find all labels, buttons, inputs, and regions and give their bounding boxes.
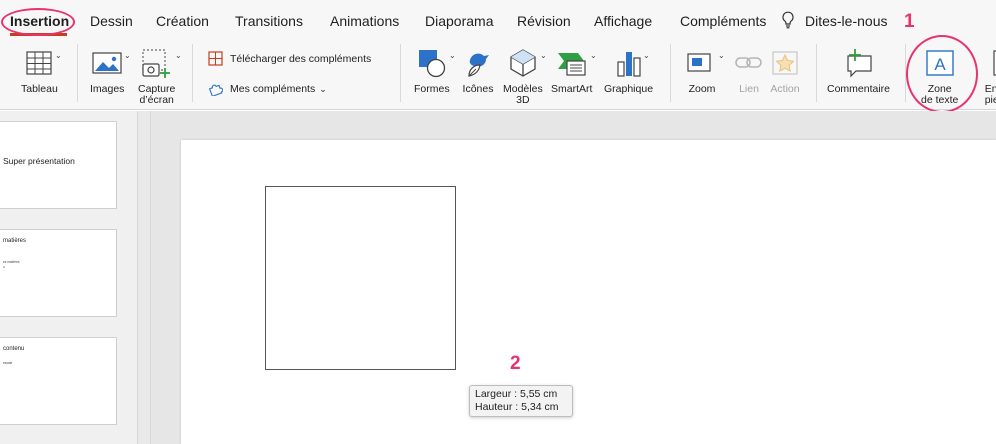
- bar-chart-icon: [613, 47, 645, 79]
- tooltip-height: Hauteur : 5,34 cm: [475, 401, 559, 413]
- link-label: Lien: [739, 83, 759, 95]
- get-addins-label: Télécharger des compléments: [230, 52, 372, 65]
- annotation-circle-text-box: [906, 35, 978, 113]
- ribbon-separator: [816, 44, 817, 102]
- thumbnail-pane-splitter[interactable]: [137, 111, 151, 444]
- 3d-models-button[interactable]: Modèles 3D: [503, 47, 543, 106]
- zoom-dropdown-chevron-icon[interactable]: ⌄: [718, 51, 725, 60]
- icons-label: Icônes: [462, 83, 494, 95]
- ribbon-tab-bar: Insertion Dessin Création Transitions An…: [0, 0, 996, 40]
- thumbnail-title: matières: [3, 238, 27, 244]
- table-label: Tableau: [21, 83, 58, 95]
- table-dropdown-chevron-icon[interactable]: ⌄: [55, 51, 62, 60]
- my-addins-label: Mes compléments: [230, 83, 316, 95]
- ribbon-separator: [670, 44, 671, 102]
- drawn-text-box[interactable]: [265, 186, 456, 370]
- action-star-icon: [769, 47, 801, 79]
- images-dropdown-chevron-icon[interactable]: ⌄: [124, 51, 131, 60]
- bird-leaf-icon: [462, 47, 494, 79]
- action-label: Action: [770, 83, 800, 95]
- thumbnail-title: Super présentation: [3, 156, 75, 166]
- 3d-models-label: Modèles 3D: [503, 83, 543, 106]
- tab-complements[interactable]: Compléments: [680, 13, 766, 29]
- tab-dessin[interactable]: Dessin: [90, 13, 133, 29]
- shapes-button[interactable]: Formes: [414, 47, 450, 95]
- tab-transitions[interactable]: Transitions: [235, 13, 303, 29]
- table-icon: [23, 47, 55, 79]
- size-tooltip: Largeur : 5,55 cm Hauteur : 5,34 cm: [469, 385, 573, 417]
- comment-label: Commentaire: [827, 83, 891, 95]
- shapes-dropdown-chevron-icon[interactable]: ⌄: [449, 51, 456, 60]
- shapes-label: Formes: [414, 83, 450, 95]
- comment-bubble-icon: [843, 47, 875, 79]
- screenshot-button[interactable]: Capture d’écran: [138, 47, 175, 106]
- screenshot-dropdown-chevron-icon[interactable]: ⌄: [175, 51, 182, 60]
- images-label: Images: [90, 83, 125, 95]
- header-footer-button[interactable]: En-t pied d: [979, 47, 996, 106]
- slide-thumbnail-1[interactable]: Super présentation: [0, 121, 117, 209]
- screenshot-label: Capture d’écran: [138, 83, 176, 106]
- smartart-label: SmartArt: [551, 83, 593, 95]
- cube-icon: [507, 47, 539, 79]
- picture-icon: [91, 47, 123, 79]
- tab-affichage[interactable]: Affichage: [594, 13, 652, 29]
- action-button[interactable]: Action: [769, 47, 801, 95]
- zoom-label: Zoom: [688, 83, 716, 95]
- shapes-icon: [416, 47, 448, 79]
- slide-thumbnail-2[interactable]: matières es matières u: [0, 229, 117, 317]
- header-footer-label: En-t pied d: [984, 83, 996, 106]
- puzzle-icon: [208, 84, 223, 96]
- get-addins-button[interactable]: Télécharger des compléments: [208, 51, 371, 66]
- thumbnail-text-line: u: [3, 265, 5, 269]
- thumbnail-title: contenu: [3, 346, 25, 352]
- slide-thumbnail-3[interactable]: contenu essaie: [0, 337, 117, 425]
- ribbon-insertion: Tableau ⌄ Images ⌄ Capture d’écran ⌄ Tél…: [0, 40, 996, 110]
- link-button[interactable]: Lien: [733, 47, 765, 95]
- thumbnail-text-line: es matières: [3, 260, 20, 264]
- tell-me-search[interactable]: Dites-le-nous: [805, 13, 887, 29]
- annotation-number-2: 2: [510, 353, 521, 374]
- header-footer-icon: [983, 47, 996, 79]
- ribbon-separator: [192, 44, 193, 102]
- zoom-button[interactable]: Zoom: [686, 47, 718, 95]
- my-addins-chevron-icon: ⌄: [319, 83, 327, 94]
- my-addins-button[interactable]: Mes compléments ⌄: [208, 82, 327, 96]
- ribbon-separator: [77, 44, 78, 102]
- images-button[interactable]: Images: [90, 47, 124, 95]
- tab-diaporama[interactable]: Diaporama: [425, 13, 493, 29]
- tab-creation[interactable]: Création: [156, 13, 209, 29]
- lightbulb-icon: [782, 11, 794, 29]
- table-button[interactable]: Tableau: [21, 47, 58, 95]
- screenshot-camera-icon: [141, 47, 173, 79]
- tab-revision[interactable]: Révision: [517, 13, 571, 29]
- annotation-number-1: 1: [904, 11, 915, 32]
- tab-animations[interactable]: Animations: [330, 13, 399, 29]
- icons-button[interactable]: Icônes: [462, 47, 494, 95]
- tooltip-width: Largeur : 5,55 cm: [475, 388, 558, 400]
- annotation-circle-tab: [1, 8, 75, 36]
- smartart-icon: [556, 47, 588, 79]
- store-grid-icon: [208, 51, 223, 66]
- 3d-models-dropdown-chevron-icon[interactable]: ⌄: [540, 51, 547, 60]
- zoom-slides-icon: [686, 47, 718, 79]
- smartart-button[interactable]: SmartArt: [551, 47, 592, 95]
- chart-label: Graphique: [604, 83, 654, 95]
- comment-button[interactable]: Commentaire: [827, 47, 890, 95]
- link-chain-icon: [733, 47, 765, 79]
- slide-thumbnail-pane: Super présentation matières es matières …: [0, 111, 137, 444]
- chart-dropdown-chevron-icon[interactable]: ⌄: [643, 51, 650, 60]
- ribbon-separator: [400, 44, 401, 102]
- smartart-dropdown-chevron-icon[interactable]: ⌄: [590, 51, 597, 60]
- thumbnail-text-line: essaie: [3, 361, 13, 365]
